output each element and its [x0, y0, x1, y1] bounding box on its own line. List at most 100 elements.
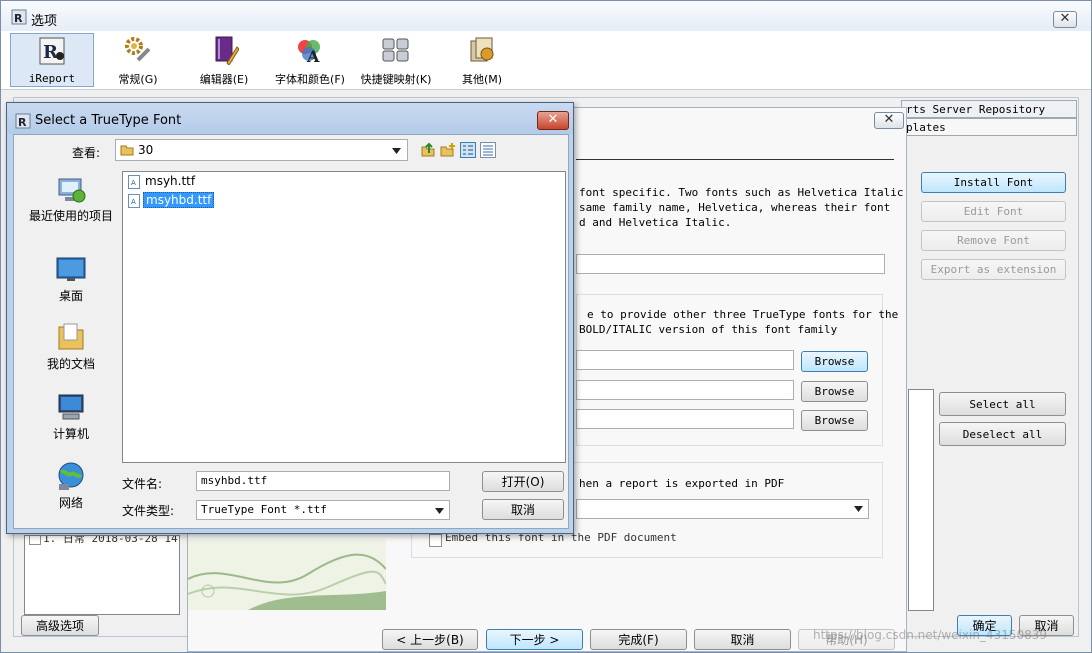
next-step-button[interactable]: 下一步 >	[486, 629, 583, 650]
book-pencil-icon	[215, 36, 239, 65]
look-in-value: 30	[138, 143, 154, 157]
install-font-button[interactable]: Install Font	[921, 172, 1066, 193]
pdf-encoding-select[interactable]	[576, 499, 869, 519]
bold-font-field[interactable]	[576, 350, 794, 370]
font-description-line: d and Helvetica Italic.	[579, 216, 732, 229]
tab-editor[interactable]: 编辑器(E)	[189, 33, 259, 86]
font-description-line: font specific. Two fonts such as Helveti…	[579, 186, 904, 199]
place-recent[interactable]: 最近使用的项目	[24, 173, 118, 224]
tab-templates[interactable]: plates	[901, 118, 1077, 136]
wizard-close-button[interactable]: ✕	[874, 112, 904, 129]
tab-fonts-colors[interactable]: A 字体和颜色(F)	[267, 33, 353, 86]
svg-text:R: R	[18, 116, 27, 129]
dialog-app-icon: R	[15, 113, 31, 129]
filename-input[interactable]: msyhbd.ttf	[196, 471, 450, 491]
up-folder-icon[interactable]	[420, 142, 436, 158]
font-family-field[interactable]	[576, 254, 885, 274]
chevron-down-icon	[435, 508, 444, 514]
details-view-icon[interactable]	[480, 142, 496, 158]
bold-italic-font-field[interactable]	[576, 409, 794, 429]
file-name: msyh.ttf	[145, 174, 196, 188]
dialog-close-button[interactable]: ✕	[537, 111, 569, 130]
italic-font-field[interactable]	[576, 380, 794, 400]
deselect-all-button[interactable]: Deselect all	[939, 422, 1066, 446]
place-desktop[interactable]: 桌面	[24, 253, 118, 304]
edit-font-button[interactable]: Edit Font	[921, 201, 1066, 222]
browse-italic-button[interactable]: Browse	[801, 381, 868, 402]
pdf-description: hen a report is exported in PDF	[579, 477, 785, 490]
list-view-icon[interactable]	[460, 142, 476, 158]
export-extension-button[interactable]: Export as extension	[921, 259, 1066, 280]
left-list: 1. 日常 2018-03-28 1411	[24, 535, 180, 615]
select-font-dialog: R Select a TrueType Font ✕ 查看: 30 最近使用的项…	[6, 102, 574, 534]
header-divider	[576, 159, 894, 160]
list-item[interactable]: 1. 日常 2018-03-28 1411	[43, 536, 179, 546]
filetype-value: TrueType Font *.ttf	[201, 503, 327, 516]
chevron-down-icon	[392, 148, 401, 154]
list-edge	[908, 389, 934, 611]
tab-label: 字体和颜色(F)	[275, 73, 345, 86]
svg-text:A: A	[131, 198, 136, 206]
place-network[interactable]: 网络	[24, 460, 118, 511]
select-all-button[interactable]: Select all	[939, 392, 1066, 416]
wizard-cancel-button[interactable]: 取消	[694, 629, 791, 650]
embed-font-checkbox[interactable]	[429, 534, 442, 547]
tab-label: 常规(G)	[118, 73, 158, 86]
svg-text:R: R	[14, 12, 23, 25]
file-list[interactable]: A msyh.ttf A msyhbd.ttf	[122, 171, 566, 463]
font-color-icon: A	[298, 40, 320, 65]
app-icon: R	[11, 9, 27, 25]
dialog-title-bar: R Select a TrueType Font ✕	[7, 103, 573, 134]
keyboard-icon	[382, 38, 409, 62]
browse-bold-button[interactable]: Browse	[801, 351, 868, 372]
advanced-options-button[interactable]: 高级选项	[21, 615, 99, 636]
gears-icon	[125, 37, 151, 62]
new-folder-icon[interactable]	[440, 142, 456, 158]
recent-items-icon	[58, 178, 86, 203]
window-title: 选项	[31, 14, 58, 29]
list-item-checkbox[interactable]	[29, 536, 41, 545]
finish-button[interactable]: 完成(F)	[590, 629, 687, 650]
tab-label: 其他(M)	[461, 73, 503, 86]
svg-text:A: A	[306, 47, 320, 65]
dialog-cancel-button[interactable]: 取消	[482, 499, 564, 520]
place-documents[interactable]: 我的文档	[24, 321, 118, 372]
chevron-down-icon	[854, 506, 863, 512]
documents-folder-icon	[58, 323, 84, 350]
tab-label: 编辑器(E)	[199, 73, 249, 86]
folder-icon	[120, 145, 134, 156]
watermark: https://blog.csdn.net/weixin_43150839	[813, 628, 1048, 642]
close-button[interactable]: ✕	[1053, 11, 1077, 28]
tab-misc[interactable]: 其他(M)	[453, 33, 511, 86]
place-label: 网络	[58, 496, 83, 510]
filetype-select[interactable]: TrueType Font *.ttf	[196, 500, 450, 520]
network-globe-icon	[58, 462, 84, 490]
misc-icon	[470, 37, 494, 62]
look-in-label: 查看:	[72, 146, 101, 160]
font-description-line: same family name, Helvetica, whereas the…	[579, 201, 891, 214]
variants-description-line: BOLD/ITALIC version of this font family	[579, 323, 838, 336]
wizard-decoration-image	[188, 539, 386, 610]
prev-step-button[interactable]: < 上一步(B)	[382, 629, 478, 650]
look-in-select[interactable]: 30	[115, 139, 408, 161]
dialog-body: 查看: 30 最近使用的项目 桌面 我的文档 计算机 网络 A msyh.ttf…	[13, 134, 569, 529]
remove-font-button[interactable]: Remove Font	[921, 230, 1066, 251]
file-name: msyhbd.ttf	[143, 192, 215, 208]
font-file-icon: A	[128, 194, 140, 208]
font-file-icon: A	[128, 175, 140, 189]
options-toolbar: R iReport 常规(G) 编辑器(E) A 字体和颜色(F) 快捷键映射(…	[1, 31, 1091, 90]
tab-server-repository[interactable]: rts Server Repository	[901, 100, 1077, 118]
tab-keymap[interactable]: 快捷键映射(K)	[354, 33, 438, 86]
open-button[interactable]: 打开(O)	[482, 471, 564, 492]
browse-bold-italic-button[interactable]: Browse	[801, 410, 868, 431]
svg-text:R: R	[43, 42, 59, 63]
tab-ireport[interactable]: R iReport	[10, 33, 94, 87]
dialog-title: Select a TrueType Font	[35, 113, 182, 128]
tab-general[interactable]: 常规(G)	[101, 33, 175, 86]
place-computer[interactable]: 计算机	[24, 391, 118, 442]
place-label: 最近使用的项目	[28, 209, 113, 223]
variants-description-line: e to provide other three TrueType fonts …	[587, 308, 899, 321]
tab-label: iReport	[28, 72, 76, 85]
place-label: 我的文档	[46, 357, 95, 371]
filename-label: 文件名:	[122, 477, 163, 491]
